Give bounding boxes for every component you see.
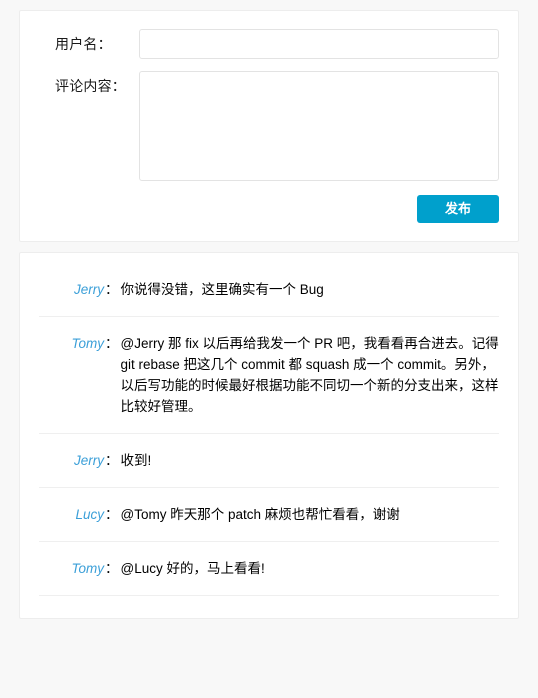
comment-form-card: 用户名： 评论内容： 发布 <box>19 10 519 242</box>
username-row: 用户名： <box>39 29 499 59</box>
page-root: 用户名： 评论内容： 发布 Jerry：你说得没错，这里确实有一个 Bug Tom… <box>0 0 538 698</box>
comment-author: Jerry <box>74 282 104 297</box>
comment-author: Lucy <box>75 507 104 522</box>
content-field-wrap <box>139 71 499 181</box>
comment-item: Jerry：收到! <box>39 434 499 488</box>
content-row: 评论内容： <box>39 71 499 181</box>
form-actions: 发布 <box>39 195 499 223</box>
username-field-wrap <box>139 29 499 59</box>
username-label: 用户名： <box>55 36 112 52</box>
comment-colon: ： <box>105 336 119 351</box>
comment-text: 收到! <box>120 453 152 468</box>
comment-colon: ： <box>105 507 119 522</box>
comment-list-card: Jerry：你说得没错，这里确实有一个 Bug Tomy： @Jerry 那 fix… <box>19 252 519 619</box>
comment-text: @Jerry 那 fix 以后再给我发一个 PR 吧，我看看再合进去。记得 gi… <box>120 336 499 414</box>
comment-item: Jerry：你说得没错，这里确实有一个 Bug <box>39 263 499 317</box>
comment-list: Jerry：你说得没错，这里确实有一个 Bug Tomy： @Jerry 那 fix… <box>39 253 499 596</box>
comment-author: Tomy <box>71 336 104 351</box>
publish-button[interactable]: 发布 <box>417 195 499 223</box>
comment-colon: ： <box>105 453 119 468</box>
list-bottom-spacer <box>39 596 499 618</box>
comment-item: Tomy： @Lucy 好的，马上看看! <box>39 542 499 596</box>
comment-content-textarea[interactable] <box>139 71 499 181</box>
username-input[interactable] <box>139 29 499 59</box>
comment-author: Jerry <box>74 453 104 468</box>
comment-item: Tomy： @Jerry 那 fix 以后再给我发一个 PR 吧，我看看再合进去。… <box>39 317 499 434</box>
comment-text: @Lucy 好的，马上看看! <box>120 561 265 576</box>
comment-author: Tomy <box>71 561 104 576</box>
comment-text: @Tomy 昨天那个 patch 麻烦也帮忙看看，谢谢 <box>120 507 400 522</box>
comment-colon: ： <box>105 282 119 297</box>
comment-item: Lucy： @Tomy 昨天那个 patch 麻烦也帮忙看看，谢谢 <box>39 488 499 542</box>
comment-colon: ： <box>105 561 119 576</box>
comment-text: 你说得没错，这里确实有一个 Bug <box>120 282 324 297</box>
content-label: 评论内容： <box>55 78 126 94</box>
